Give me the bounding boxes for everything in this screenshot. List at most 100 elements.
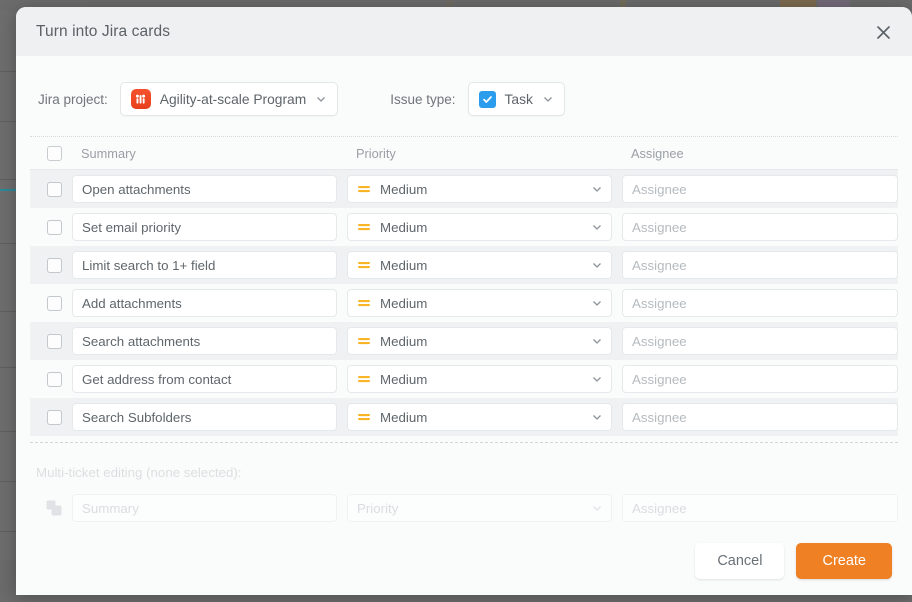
background-divider xyxy=(0,367,16,368)
chevron-down-icon xyxy=(317,97,326,102)
row-priority-select[interactable]: Medium xyxy=(347,365,612,393)
row-assignee-cell: Assignee xyxy=(622,175,898,203)
table-header-row: Summary Priority Assignee xyxy=(30,137,898,170)
row-select-cell xyxy=(36,409,72,425)
multi-edit-priority-value: Priority xyxy=(357,500,399,516)
row-assignee-input[interactable]: Assignee xyxy=(622,365,898,393)
chevron-down-icon xyxy=(593,187,601,192)
row-assignee-cell: Assignee xyxy=(622,289,898,317)
row-priority-select[interactable]: Medium xyxy=(347,289,612,317)
chevron-down-icon xyxy=(593,301,601,306)
row-checkbox[interactable] xyxy=(46,219,62,235)
task-check-icon xyxy=(478,90,496,108)
row-priority-cell: Medium xyxy=(347,251,612,279)
table-row: Set email priority Medium Assignee xyxy=(30,208,898,246)
chevron-down-icon xyxy=(593,377,601,382)
row-assignee-cell: Assignee xyxy=(622,213,898,241)
row-checkbox[interactable] xyxy=(46,333,62,349)
row-summary-cell: Limit search to 1+ field xyxy=(72,251,337,279)
column-header-summary: Summary xyxy=(81,145,136,161)
row-priority-cell: Medium xyxy=(347,175,612,203)
selector-row: Jira project: Agility-at-scale Program I… xyxy=(16,56,912,136)
turn-into-jira-cards-dialog: Turn into Jira cards Jira project: Agili… xyxy=(16,7,912,595)
background-divider xyxy=(0,71,16,72)
row-summary-cell: Add attachments xyxy=(72,289,337,317)
chevron-down-icon xyxy=(593,225,601,230)
row-summary-input[interactable]: Get address from contact xyxy=(72,365,337,393)
multi-edit-summary-cell: Summary xyxy=(72,494,337,522)
chevron-down-icon xyxy=(593,506,601,511)
close-icon[interactable] xyxy=(866,15,900,49)
dialog-body: Jira project: Agility-at-scale Program I… xyxy=(16,56,912,539)
row-priority-select[interactable]: Medium xyxy=(347,213,612,241)
row-priority-select[interactable]: Medium xyxy=(347,403,612,431)
row-priority-cell: Medium xyxy=(347,327,612,355)
jira-project-label: Jira project: xyxy=(38,91,108,107)
background-divider xyxy=(0,531,16,532)
row-assignee-input[interactable]: Assignee xyxy=(622,327,898,355)
background-divider xyxy=(0,121,16,122)
row-priority-value: Medium xyxy=(380,295,428,311)
row-checkbox[interactable] xyxy=(46,257,62,273)
table-row: Search Subfolders Medium Assignee xyxy=(30,398,898,436)
row-assignee-input[interactable]: Assignee xyxy=(622,175,898,203)
table-row: Limit search to 1+ field Medium Assignee xyxy=(30,246,898,284)
row-assignee-cell: Assignee xyxy=(622,251,898,279)
row-summary-input[interactable]: Open attachments xyxy=(72,175,337,203)
multi-edit-priority-select[interactable]: Priority xyxy=(347,494,612,522)
row-priority-cell: Medium xyxy=(347,289,612,317)
row-summary-input[interactable]: Add attachments xyxy=(72,289,337,317)
row-assignee-input[interactable]: Assignee xyxy=(622,289,898,317)
create-button[interactable]: Create xyxy=(796,543,892,579)
row-checkbox[interactable] xyxy=(46,409,62,425)
multi-ticket-editing-label: Multi-ticket editing (none selected): xyxy=(36,465,242,480)
background-accent-bar xyxy=(0,189,16,191)
row-select-cell xyxy=(36,181,72,197)
row-priority-select[interactable]: Medium xyxy=(347,327,612,355)
issue-type-label: Issue type: xyxy=(390,91,456,107)
chevron-down-icon xyxy=(593,263,601,268)
background-divider xyxy=(0,311,16,312)
row-assignee-input[interactable]: Assignee xyxy=(622,403,898,431)
jira-project-select[interactable]: Agility-at-scale Program xyxy=(119,82,339,116)
select-all-checkbox[interactable] xyxy=(46,145,62,161)
dialog-title: Turn into Jira cards xyxy=(36,22,171,40)
background-divider xyxy=(0,481,16,482)
background-left-panel xyxy=(0,11,16,602)
table-row: Add attachments Medium Assignee xyxy=(30,284,898,322)
priority-medium-icon xyxy=(358,262,370,269)
jira-project-icon xyxy=(130,89,151,109)
row-summary-input[interactable]: Set email priority xyxy=(72,213,337,241)
row-select-cell xyxy=(36,257,72,273)
issue-type-select[interactable]: Task xyxy=(467,82,565,116)
cancel-button[interactable]: Cancel xyxy=(695,543,785,579)
row-summary-cell: Set email priority xyxy=(72,213,337,241)
copy-icon xyxy=(46,500,62,516)
column-header-priority: Priority xyxy=(356,145,396,161)
row-checkbox[interactable] xyxy=(46,295,62,311)
row-checkbox[interactable] xyxy=(46,371,62,387)
chevron-down-icon xyxy=(593,339,601,344)
row-assignee-input[interactable]: Assignee xyxy=(622,213,898,241)
priority-medium-icon xyxy=(358,300,370,307)
row-select-cell xyxy=(36,371,72,387)
row-checkbox[interactable] xyxy=(46,181,62,197)
row-priority-value: Medium xyxy=(380,409,428,425)
row-assignee-input[interactable]: Assignee xyxy=(622,251,898,279)
multi-edit-summary-input[interactable]: Summary xyxy=(72,494,337,522)
row-priority-select[interactable]: Medium xyxy=(347,251,612,279)
priority-medium-icon xyxy=(358,376,370,383)
select-all-cell xyxy=(36,145,72,161)
row-summary-input[interactable]: Search Subfolders xyxy=(72,403,337,431)
row-summary-input[interactable]: Limit search to 1+ field xyxy=(72,251,337,279)
row-priority-value: Medium xyxy=(380,371,428,387)
row-assignee-cell: Assignee xyxy=(622,365,898,393)
row-priority-value: Medium xyxy=(380,181,428,197)
multi-edit-icon-cell xyxy=(36,499,72,517)
row-priority-select[interactable]: Medium xyxy=(347,175,612,203)
row-priority-value: Medium xyxy=(380,219,428,235)
row-summary-input[interactable]: Search attachments xyxy=(72,327,337,355)
row-priority-cell: Medium xyxy=(347,365,612,393)
multi-edit-assignee-input[interactable]: Assignee xyxy=(622,494,898,522)
priority-medium-icon xyxy=(358,338,370,345)
